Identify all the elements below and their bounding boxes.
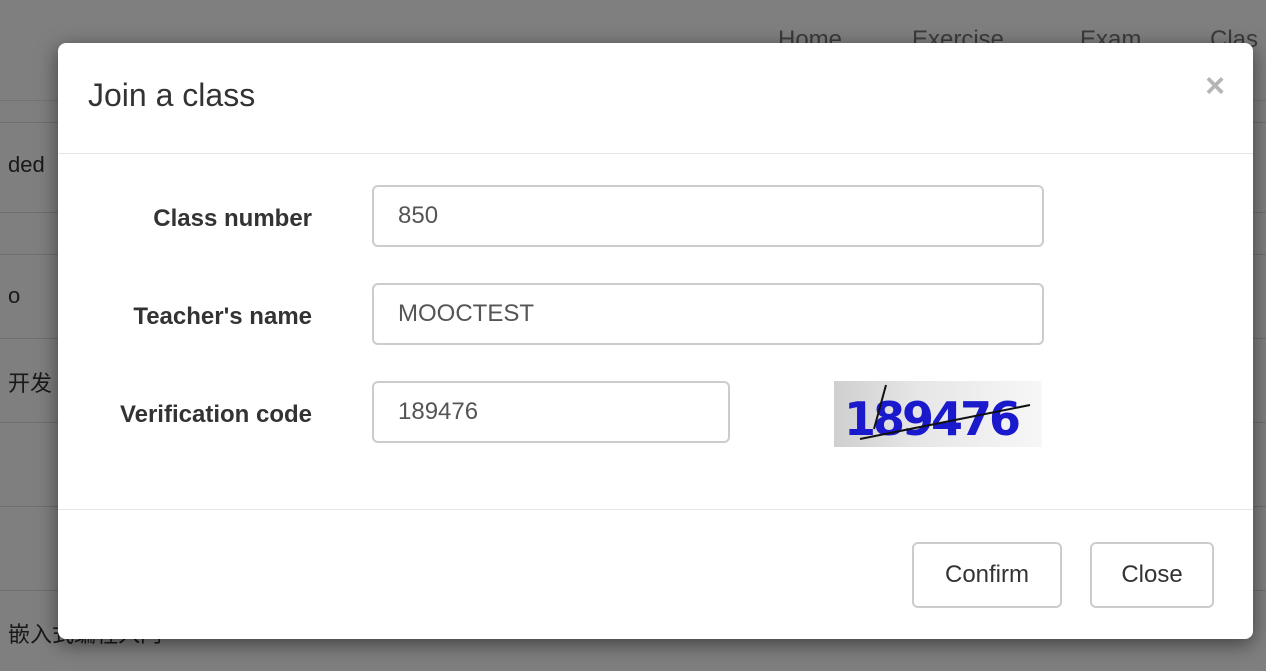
modal-header: Join a class × [58,43,1253,154]
close-icon[interactable]: × [1205,69,1225,103]
captcha-graphic: 189476 [844,384,1031,446]
class-number-input[interactable] [372,185,1044,247]
join-class-dialog: Join a class × Class number Teacher's na… [58,43,1253,639]
verification-code-input[interactable] [372,381,730,443]
verification-code-label: Verification code [119,401,312,428]
captcha-image[interactable]: 189476 [834,381,1042,447]
teacher-name-row: Teacher's name [58,283,1253,349]
verification-code-row: Verification code [58,381,1253,447]
teacher-name-input[interactable] [372,283,1044,345]
page: Home Exercise Exam Clas ded o 开发 嵌入式编程入门… [0,0,1266,671]
class-number-label: Class number [153,205,312,232]
close-button[interactable]: Close [1090,542,1214,608]
confirm-button[interactable]: Confirm [912,542,1062,608]
class-number-row: Class number [58,185,1253,251]
modal-title: Join a class [88,77,256,113]
modal-footer: Confirm Close [58,509,1253,639]
teacher-name-label: Teacher's name [133,303,312,330]
